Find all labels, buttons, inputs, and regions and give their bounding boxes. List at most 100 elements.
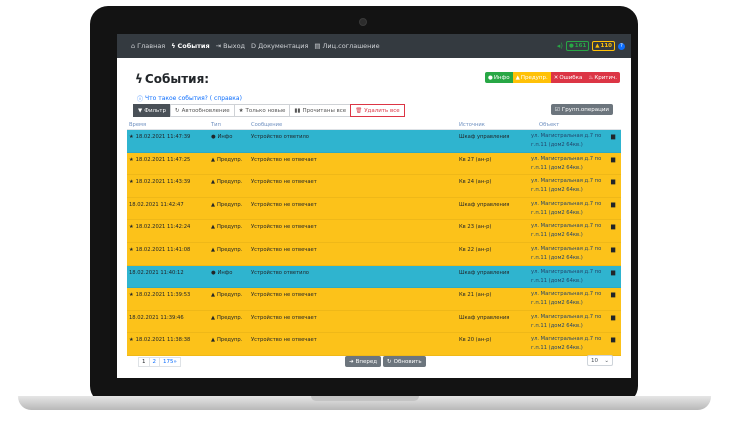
trash-icon[interactable]: ▆ [611,292,615,298]
cell-object-link[interactable]: ул. Магистральная д.7 по г.п.11 (дом2 64… [531,222,609,240]
table-row[interactable]: ★ 18.02.2021 11:41:08 ▲ Предупр. Устройство … [127,242,621,266]
trash-icon[interactable]: ▆ [611,247,615,253]
star-icon[interactable]: ★ [129,224,134,230]
trash-icon[interactable]: ▆ [611,337,615,343]
table-row[interactable]: 18.02.2021 11:39:46 ▲ Предупр. Устройство н… [127,310,621,334]
cell-type: ▲ Предупр. [211,314,243,321]
funnel-icon: ▼ [138,107,143,114]
star-icon[interactable]: ★ [129,134,134,140]
events-help-link[interactable]: ⓘ Что такое события? ( справка) [137,94,242,103]
page-link-last[interactable]: 175» [159,357,181,367]
cell-object-link[interactable]: ул. Магистральная д.7 по г.п.11 (дом2 64… [531,200,609,218]
cell-type: ▲ Предупр. [211,156,243,163]
cell-message: Устройство не отвечает [251,314,317,321]
cell-time: ★ 18.02.2021 11:47:39 [129,134,191,140]
auto-refresh-button[interactable]: ↻ Автообновление [170,104,235,117]
trash-icon[interactable]: ▆ [611,224,615,230]
arrow-right-icon: ➜ [349,358,354,365]
info-icon: ● [488,74,493,81]
cell-object-link[interactable]: ул. Магистральная д.7 по г.п.11 (дом2 64… [531,245,609,263]
filter-error-button[interactable]: ✕ Ошибка [550,72,586,83]
star-icon[interactable]: ★ [129,292,134,298]
mark-all-read-button[interactable]: ▮▮ Прочитаны все [289,104,352,117]
new-only-button[interactable]: ★ Только новые [233,104,291,117]
warning-icon: ▲ [211,337,215,344]
star-icon: ★ [238,107,244,114]
nav-item-license[interactable]: ▤ Лиц.соглашение [314,42,379,50]
cell-object-link[interactable]: ул. Магистральная д.7 по г.п.11 (дом2 64… [531,132,609,150]
trash-icon[interactable]: ▆ [611,202,615,208]
col-source-header[interactable]: Источник [459,122,485,128]
online-counter-badge[interactable]: ● 161 [565,41,590,51]
table-row[interactable]: ★ 18.02.2021 11:47:25 ▲ Предупр. Устройство … [127,152,621,176]
table-row[interactable]: ★ 18.02.2021 11:42:24 ▲ Предупр. Устройство … [127,220,621,243]
page-title: ϟ События: [135,72,210,86]
star-icon[interactable]: ★ [129,247,134,253]
warning-icon: ▲ [211,224,215,231]
trash-icon[interactable]: ▆ [611,270,615,276]
laptop-notch [311,396,419,401]
cell-source: Шкаф управления [459,201,510,208]
sound-icon[interactable]: ◂) [557,42,563,50]
refresh-button[interactable]: ↻ Обновить [383,356,426,367]
table-row[interactable]: ★ 18.02.2021 11:38:38 ▲ Предупр. Устройство … [127,333,621,356]
table-row[interactable]: 18.02.2021 11:42:47 ▲ Предупр. Устройство н… [127,197,621,221]
filter-info-button[interactable]: ● Инфо [485,72,513,83]
severity-filter-group: ● Инфо ▲ Предупр. ✕ Ошибка ♨ Критич. [485,72,621,83]
cell-object-link[interactable]: ул. Магистральная д.7 по г.п.11 (дом2 64… [531,335,609,353]
cell-object-link[interactable]: ул. Магистральная д.7 по г.п.11 (дом2 64… [531,268,609,286]
col-object-header[interactable]: Объект [539,122,559,128]
cell-message: Устройство не отвечает [251,224,317,231]
filter-button[interactable]: ▼ Фильтр [133,104,171,117]
trash-icon[interactable]: ▆ [611,134,615,140]
forward-button[interactable]: ➜ Вперед [345,356,382,367]
nav-item-logout[interactable]: ⇥ Выход [216,42,245,50]
cell-time: ★ 18.02.2021 11:42:24 [129,224,191,231]
table-row[interactable]: ★ 18.02.2021 11:43:39 ▲ Предупр. Устройство … [127,175,621,198]
table-row[interactable]: 18.02.2021 11:40:12 ● Инфо Устройство ответ… [127,265,621,289]
nav-item-docs[interactable]: D Документация [251,42,308,50]
book-icon: ▮▮ [294,107,301,114]
filter-warn-button[interactable]: ▲ Предупр. [512,72,551,83]
cell-object-link[interactable]: ул. Магистральная д.7 по г.п.11 (дом2 64… [531,313,609,331]
group-operations-button[interactable]: ☑ Групп.операции [550,104,613,115]
cell-object-link[interactable]: ул. Магистральная д.7 по г.п.11 (дом2 64… [531,177,609,195]
cell-message: Устройство не отвечает [251,201,317,208]
col-message-header[interactable]: Сообщение [251,122,282,128]
col-time-header[interactable]: Время [129,122,146,128]
star-icon[interactable]: ★ [129,179,134,185]
table-row[interactable]: ★ 18.02.2021 11:47:39 ● Инфо Устройство отве… [127,130,621,153]
cell-time: ★ 18.02.2021 11:38:38 [129,337,191,344]
warning-counter-badge[interactable]: ▲ 110 [592,41,615,51]
cell-type: ● Инфо [211,269,233,276]
cell-object-link[interactable]: ул. Магистральная д.7 по г.п.11 (дом2 64… [531,290,609,308]
nav-item-events[interactable]: ϟ События [171,42,209,50]
filter-crit-button[interactable]: ♨ Критич. [585,72,621,83]
warning-icon: ▲ [211,201,215,208]
star-icon[interactable]: ★ [129,157,134,163]
nav-item-home[interactable]: ⌂ Главная [131,42,165,50]
col-type-header[interactable]: Тип [211,122,221,128]
per-page-select[interactable]: 10 ⌄ [587,355,613,366]
pagination: 1 2 175» [138,357,181,367]
trash-icon[interactable]: ▆ [611,179,615,185]
cell-source: Шкаф управления [459,314,510,321]
cell-message: Устройство не отвечает [251,179,317,186]
cell-time: ★ 18.02.2021 11:47:25 [129,156,191,163]
delete-all-button[interactable]: 🗑 Удалить все [350,104,405,117]
cell-type: ▲ Предупр. [211,337,243,344]
table-row[interactable]: ★ 18.02.2021 11:39:53 ▲ Предупр. Устройство … [127,288,621,311]
cell-type: ▲ Предупр. [211,201,243,208]
cell-source: Кв 24 (ан-р) [459,179,492,186]
trash-icon[interactable]: ▆ [611,315,615,321]
help-icon[interactable]: ? [618,42,625,50]
star-icon[interactable]: ★ [129,337,134,343]
trash-icon[interactable]: ▆ [611,157,615,163]
cell-message: Устройство не отвечает [251,292,317,299]
cell-object-link[interactable]: ул. Магистральная д.7 по г.п.11 (дом2 64… [531,155,609,173]
info-circle-icon: ⓘ [137,96,144,103]
refresh-icon: ↻ [175,107,180,114]
cell-type: ● Инфо [211,134,233,140]
cell-type: ▲ Предупр. [211,224,243,231]
chevron-down-icon: ⌄ [604,357,609,364]
